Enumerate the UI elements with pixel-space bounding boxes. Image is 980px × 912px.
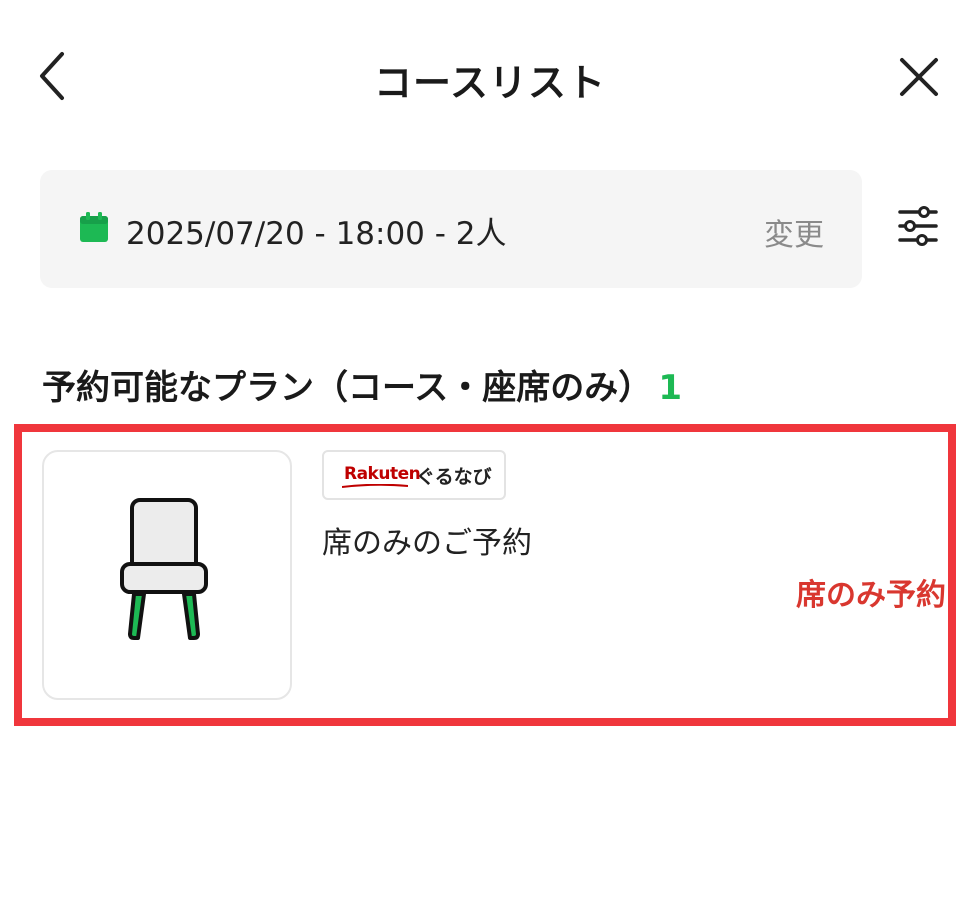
plan-thumbnail xyxy=(42,450,292,700)
change-button[interactable]: 変更 xyxy=(764,210,824,254)
section-heading: 予約可能なプラン（コース・座席のみ） 1 xyxy=(42,360,682,409)
seat-only-reserve-link[interactable]: 席のみ予約 xyxy=(796,570,946,614)
calendar-icon xyxy=(80,212,108,242)
rakuten-gurunavi-badge: Rakuten ぐるなび xyxy=(322,450,506,500)
header-bar: コースリスト xyxy=(0,0,980,150)
chair-icon xyxy=(120,498,208,640)
date-time-party-text: 2025/07/20 - 18:00 - 2人 xyxy=(126,216,507,252)
page-title: コースリスト xyxy=(373,61,607,105)
section-title-text: 予約可能なプラン（コース・座席のみ） xyxy=(42,368,653,408)
rakuten-swoosh xyxy=(342,484,408,488)
close-button[interactable] xyxy=(896,54,942,100)
badge-service: ぐるなび xyxy=(416,466,492,488)
reservation-condition-bar[interactable]: 2025/07/20 - 18:00 - 2人 変更 xyxy=(40,170,862,288)
sliders-icon xyxy=(898,206,938,246)
filter-button[interactable] xyxy=(896,204,940,248)
close-icon xyxy=(900,58,938,96)
plan-count: 1 xyxy=(658,368,682,408)
plan-card[interactable]: Rakuten ぐるなび 席のみのご予約 席のみ予約 xyxy=(14,424,956,726)
badge-brand: Rakuten xyxy=(344,464,421,484)
plan-name: 席のみのご予約 xyxy=(322,526,532,561)
